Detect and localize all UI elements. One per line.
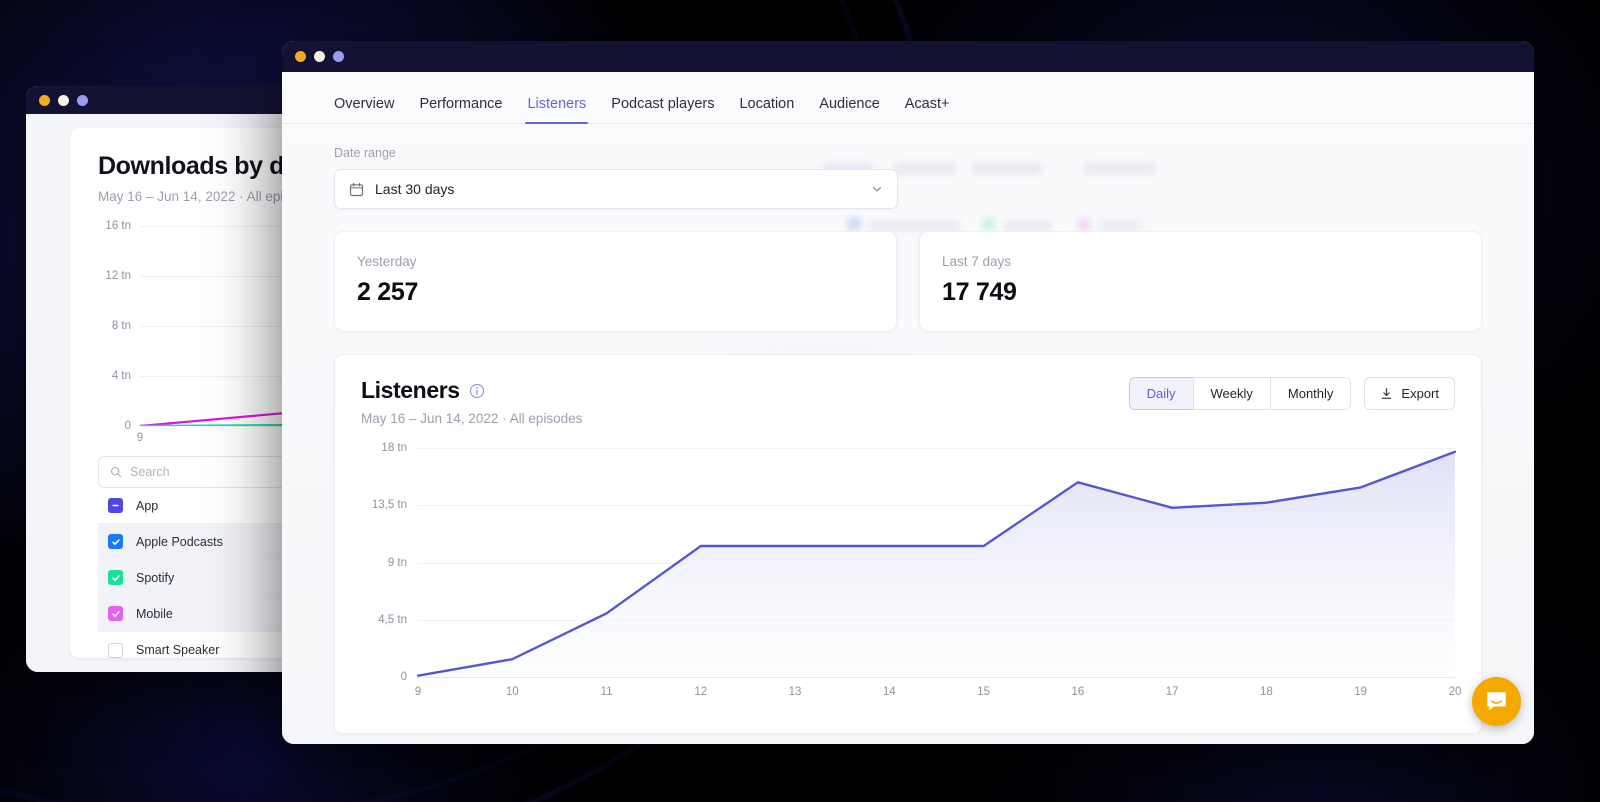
download-icon (1382, 388, 1392, 399)
maximize-dot-icon[interactable] (333, 51, 344, 62)
bg-y-tick-8: 8 tn (111, 320, 131, 332)
tab-location[interactable]: Location (739, 96, 794, 123)
x-tick-12: 12 (694, 686, 708, 698)
plot-area: 18 tn 13,5 tn 9 tn 4,5 tn 0 9 10 11 12 1… (372, 442, 1462, 698)
chart-title: Listeners (361, 377, 460, 403)
y-tick-4-5tn: 4,5 tn (378, 613, 407, 626)
listeners-chart-card: Listeners May 16 – Jun 14, 2022 · All ep… (334, 354, 1482, 734)
checkbox-checked-icon[interactable] (108, 606, 123, 621)
granularity-monthly-button[interactable]: Monthly (1269, 377, 1352, 410)
device-search-placeholder: Search (130, 465, 170, 479)
window-titlebar (282, 41, 1534, 72)
date-range-value: Last 30 days (375, 181, 455, 197)
x-tick-19: 19 (1354, 686, 1368, 698)
tab-acast-plus[interactable]: Acast+ (905, 96, 950, 123)
maximize-dot-icon[interactable] (77, 94, 88, 106)
y-tick-9tn: 9 tn (387, 556, 407, 569)
chart-heading-group: Listeners May 16 – Jun 14, 2022 · All ep… (361, 377, 582, 426)
stat-label: Yesterday (357, 254, 417, 269)
close-dot-icon[interactable] (39, 94, 50, 106)
chevron-down-icon[interactable] (871, 183, 883, 195)
intercom-chat-icon (1487, 692, 1506, 711)
screenshot-stage: Downloads by device May 16 – Jun 14, 202… (0, 0, 1600, 802)
tab-overview[interactable]: Overview (334, 96, 394, 123)
tab-listeners[interactable]: Listeners (525, 96, 589, 124)
date-range-label: Date range (334, 146, 396, 160)
tab-podcast-players[interactable]: Podcast players (611, 96, 714, 123)
y-tick-18tn: 18 tn (381, 442, 407, 454)
x-tick-17: 17 (1165, 686, 1179, 698)
main-navigation: Overview Performance Listeners Podcast p… (282, 72, 1534, 124)
stat-value: 17 749 (942, 278, 1017, 306)
listeners-browser-window[interactable]: Overview Performance Listeners Podcast p… (282, 41, 1534, 744)
list-item-label: Apple Podcasts (136, 534, 223, 549)
list-item-label: Spotify (136, 570, 175, 585)
tab-audience[interactable]: Audience (819, 96, 879, 123)
chart-header: Listeners May 16 – Jun 14, 2022 · All ep… (361, 377, 1455, 426)
bg-x-tick-9: 9 (136, 432, 144, 444)
stat-card-yesterday: Yesterday 2 257 (334, 231, 897, 332)
checkbox-unchecked-icon[interactable] (108, 642, 123, 658)
x-tick-18: 18 (1259, 686, 1273, 698)
calendar-icon (349, 182, 364, 196)
x-tick-14: 14 (882, 686, 896, 698)
info-icon[interactable] (469, 383, 485, 399)
date-range-select[interactable]: Last 30 days (334, 169, 898, 209)
granularity-daily-button[interactable]: Daily (1128, 377, 1193, 410)
tab-performance[interactable]: Performance (419, 96, 502, 123)
list-item-label: Smart Speaker (136, 643, 220, 657)
minimize-dot-icon[interactable] (58, 94, 69, 106)
page-content: Date range Last 30 days Yesterday 2 257 … (282, 124, 1534, 734)
chart-subtitle: May 16 – Jun 14, 2022 · All episodes (361, 411, 583, 426)
stat-value: 2 257 (357, 278, 419, 306)
checkbox-checked-icon[interactable] (108, 570, 123, 585)
stat-card-last-7-days: Last 7 days 17 749 (919, 231, 1482, 332)
x-tick-9: 9 (414, 686, 422, 698)
bg-y-tick-12: 12 tn (105, 270, 131, 282)
y-tick-0: 0 (400, 671, 407, 683)
close-dot-icon[interactable] (295, 51, 306, 62)
x-tick-13: 13 (788, 686, 802, 698)
export-button[interactable]: Export (1364, 377, 1455, 410)
minimize-dot-icon[interactable] (314, 51, 325, 62)
stat-label: Last 7 days (942, 254, 1012, 269)
chart-toolbar: Daily Weekly Monthly Export (1128, 377, 1455, 410)
list-item-label: App (136, 498, 159, 513)
chat-launcher-button[interactable] (1472, 677, 1521, 726)
granularity-segmented-control: Daily Weekly Monthly (1128, 377, 1352, 410)
x-tick-16: 16 (1071, 686, 1085, 698)
x-tick-10: 10 (505, 686, 519, 698)
chart-area-fill (418, 451, 1455, 677)
summary-stats-row: Yesterday 2 257 Last 7 days 17 749 (334, 231, 1482, 332)
chart-title-row: Listeners (361, 377, 582, 404)
window-body: Overview Performance Listeners Podcast p… (282, 72, 1534, 744)
x-tick-11: 11 (600, 686, 613, 698)
y-tick-13-5tn: 13,5 tn (371, 499, 407, 512)
bg-y-tick-4: 4 tn (111, 370, 131, 382)
checkbox-checked-icon[interactable] (108, 534, 123, 549)
export-button-label: Export (1401, 386, 1439, 401)
listeners-area-chart: 18 tn 13,5 tn 9 tn 4,5 tn 0 9 10 11 12 1… (361, 442, 1462, 703)
x-tick-20: 20 (1448, 686, 1462, 698)
bg-y-tick-16: 16 tn (105, 220, 131, 232)
x-tick-15: 15 (977, 686, 990, 698)
granularity-weekly-button[interactable]: Weekly (1192, 377, 1270, 410)
chart-series-listeners (416, 450, 1457, 677)
bg-y-tick-0: 0 (124, 420, 131, 432)
search-icon (110, 466, 122, 478)
checkbox-indeterminate-icon[interactable] (108, 498, 123, 513)
list-item-label: Mobile (136, 606, 173, 621)
